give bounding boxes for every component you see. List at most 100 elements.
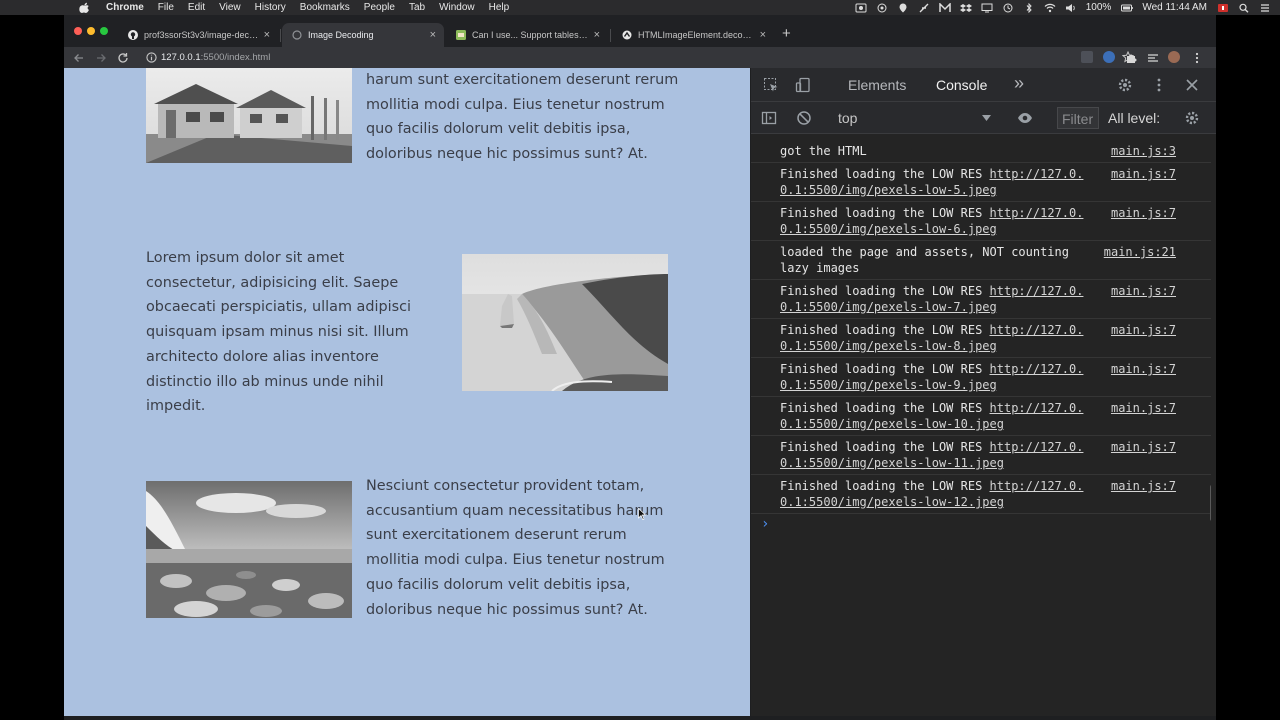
browser-menu-button[interactable] [1190, 51, 1203, 64]
console-message-text: Finished loading the LOW RES http://127.… [780, 166, 1096, 198]
url-text[interactable]: 127.0.0.1:5500/index.html [161, 52, 270, 63]
tab-can-i-use[interactable]: Can I use... Support tables for × [446, 23, 608, 47]
extensions-puzzle-icon[interactable] [1125, 51, 1137, 63]
flag-icon[interactable] [1217, 3, 1229, 13]
console-source-link[interactable]: main.js:7 [1111, 478, 1176, 494]
console-message: Finished loading the LOW RES http://127.… [751, 319, 1211, 358]
device-toolbar-button[interactable] [795, 77, 811, 93]
paragraph-top: harum sunt exercitationem deserunt rerum… [366, 72, 679, 163]
volume-icon[interactable] [1065, 3, 1077, 13]
tab-title: HTMLImageElement.decode() [638, 30, 756, 40]
chevron-down-icon[interactable] [982, 115, 991, 121]
console-source-link[interactable]: main.js:7 [1111, 205, 1176, 221]
tab-close-icon[interactable]: × [264, 29, 270, 41]
wifi-icon[interactable] [1044, 3, 1056, 13]
time-machine-icon[interactable] [1002, 3, 1014, 13]
execution-context-select[interactable]: top [838, 110, 857, 126]
apple-logo-icon[interactable] [78, 2, 92, 13]
devtools-more-tabs-button[interactable]: » [1014, 73, 1024, 94]
extension-k-icon[interactable] [1081, 51, 1093, 63]
inspect-element-button[interactable] [763, 77, 779, 93]
feather-icon[interactable] [918, 3, 930, 13]
console-source-link[interactable]: main.js:21 [1104, 244, 1176, 260]
focus-icon[interactable] [876, 3, 888, 13]
address-bar[interactable]: 127.0.0.1:5500/index.html [142, 48, 1144, 67]
toggle-sidebar-button[interactable] [761, 110, 777, 126]
devtools-tab-console[interactable]: Console [936, 77, 987, 93]
devtools-settings-button[interactable] [1117, 77, 1133, 93]
dropbox-icon[interactable] [959, 3, 972, 13]
screen-left-margin [0, 15, 64, 720]
console-output[interactable]: got the HTML main.js:3 Finished loading … [751, 136, 1211, 716]
battery-icon[interactable] [1121, 3, 1134, 13]
notification-center-icon[interactable] [1259, 3, 1271, 13]
display-icon[interactable] [981, 3, 993, 13]
tab-close-icon[interactable]: × [760, 29, 766, 41]
console-message: Finished loading the LOW RES http://127.… [751, 202, 1211, 241]
console-source-link[interactable]: main.js:7 [1111, 439, 1176, 455]
window-zoom-button[interactable] [100, 27, 108, 35]
kebab-menu-icon [1195, 52, 1198, 63]
caniuse-icon [456, 30, 466, 40]
console-source-link[interactable]: main.js:3 [1111, 143, 1176, 159]
macos-menu-bar: Chrome File Edit View History Bookmarks … [0, 0, 1280, 15]
screen-record-icon[interactable] [855, 3, 867, 13]
menu-tab[interactable]: Tab [409, 2, 425, 13]
profile-avatar[interactable] [1168, 51, 1180, 63]
menu-app-name[interactable]: Chrome [106, 2, 144, 13]
live-expression-button[interactable] [1017, 110, 1033, 126]
new-tab-button[interactable]: + [782, 25, 791, 42]
tab-close-icon[interactable]: × [430, 29, 436, 41]
location-icon[interactable] [897, 3, 909, 13]
menu-clock[interactable]: Wed 11:44 AM [1142, 2, 1207, 13]
menu-view[interactable]: View [219, 2, 241, 13]
web-page-viewport[interactable]: harum sunt exercitationem deserunt rerum… [64, 68, 750, 716]
tab-title: Can I use... Support tables for [472, 30, 590, 40]
extension-colorzilla-icon[interactable] [1103, 51, 1115, 63]
devtools-menu-button[interactable] [1151, 77, 1167, 93]
bluetooth-icon[interactable] [1023, 2, 1035, 13]
console-source-link[interactable]: main.js:7 [1111, 322, 1176, 338]
forward-button[interactable] [94, 51, 107, 64]
menu-window[interactable]: Window [439, 2, 475, 13]
tab-mdn-decode[interactable]: HTMLImageElement.decode() × [612, 23, 774, 47]
info-icon[interactable] [146, 52, 157, 63]
m-app-icon[interactable] [939, 2, 951, 13]
clear-icon [797, 111, 811, 125]
log-levels-dropdown[interactable]: All level: [1108, 110, 1160, 126]
menu-people[interactable]: People [364, 2, 395, 13]
console-prompt-icon[interactable]: › [761, 517, 773, 531]
console-filter-input[interactable]: Filter [1057, 107, 1099, 129]
spotlight-search-icon[interactable] [1238, 3, 1250, 13]
console-source-link[interactable]: main.js:7 [1111, 283, 1176, 299]
console-message-text: loaded the page and assets, NOT counting… [780, 245, 1077, 275]
image-etretat-cliffs [462, 254, 668, 391]
console-source-link[interactable]: main.js:7 [1111, 166, 1176, 182]
console-scrollbar[interactable] [1210, 485, 1211, 521]
reading-list-icon[interactable] [1147, 51, 1159, 63]
window-close-button[interactable] [74, 27, 82, 35]
log-text: Finished loading the LOW RES [780, 206, 990, 220]
clear-console-button[interactable] [796, 110, 812, 126]
menu-history[interactable]: History [255, 2, 286, 13]
tab-close-icon[interactable]: × [594, 29, 600, 41]
console-message: Finished loading the LOW RES http://127.… [751, 163, 1211, 202]
battery-percentage: 100% [1085, 2, 1112, 13]
mdn-icon [622, 30, 632, 40]
devtools-close-button[interactable] [1184, 77, 1200, 93]
devtools-tab-elements[interactable]: Elements [848, 77, 906, 93]
menu-bookmarks[interactable]: Bookmarks [300, 2, 350, 13]
console-source-link[interactable]: main.js:7 [1111, 400, 1176, 416]
console-source-link[interactable]: main.js:7 [1111, 361, 1176, 377]
tab-github[interactable]: prof3ssorSt3v3/image-decode × [118, 23, 278, 47]
eye-icon [1018, 113, 1032, 123]
window-minimize-button[interactable] [87, 27, 95, 35]
console-settings-button[interactable] [1184, 110, 1200, 126]
console-message-text: got the HTML [780, 144, 867, 158]
reload-button[interactable] [116, 51, 129, 64]
menu-help[interactable]: Help [489, 2, 510, 13]
menu-edit[interactable]: Edit [188, 2, 205, 13]
back-button[interactable] [72, 51, 85, 64]
tab-image-decoding[interactable]: Image Decoding × [282, 23, 444, 47]
menu-file[interactable]: File [158, 2, 174, 13]
